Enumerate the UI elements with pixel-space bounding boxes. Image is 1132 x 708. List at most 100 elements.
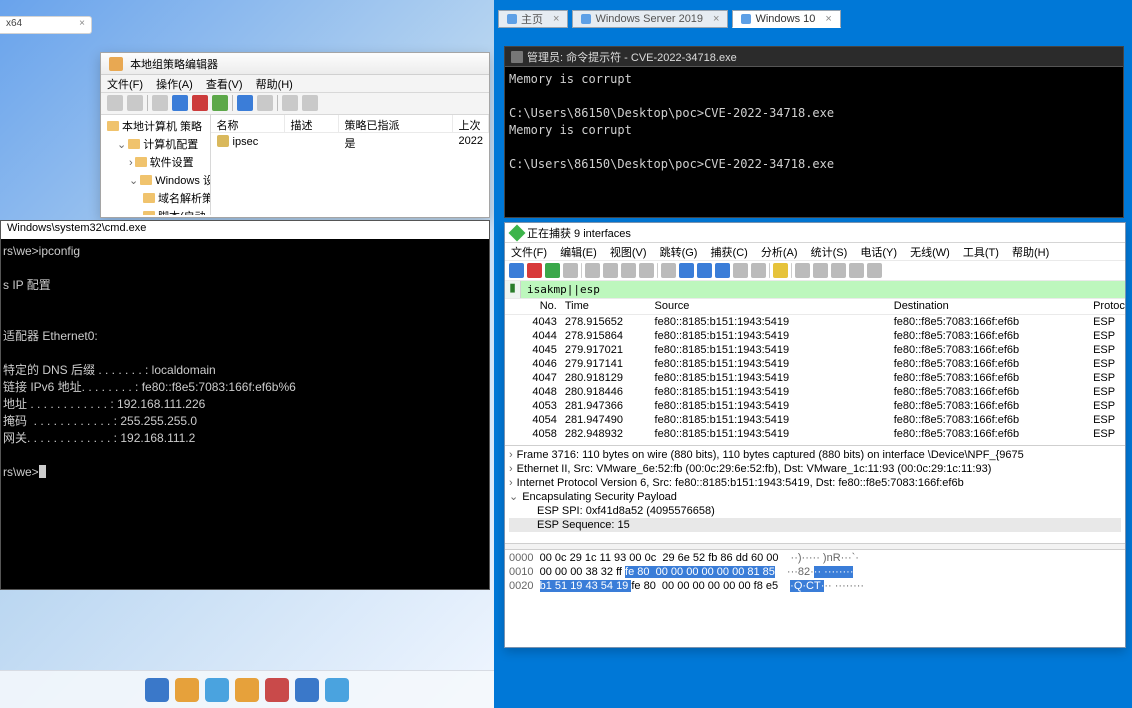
menu-file[interactable]: 文件(F): [511, 247, 547, 259]
tree-node[interactable]: ⌄Windows 设: [101, 171, 210, 189]
packet-row[interactable]: 4058282.948932fe80::8185:b151:1943:5419f…: [505, 427, 1125, 441]
options-icon[interactable]: [563, 263, 578, 278]
col-time[interactable]: Time: [561, 299, 651, 314]
menu-view[interactable]: 视图(V): [610, 247, 647, 259]
menu-view[interactable]: 查看(V): [206, 79, 243, 91]
save-icon[interactable]: [603, 263, 618, 278]
packet-row[interactable]: 4047280.918129fe80::8185:b151:1943:5419f…: [505, 371, 1125, 385]
col-proto[interactable]: Protoc: [1089, 299, 1125, 314]
first-icon[interactable]: [733, 263, 748, 278]
taskbar[interactable]: [0, 670, 494, 708]
packet-row[interactable]: 4048280.918446fe80::8185:b151:1943:5419f…: [505, 385, 1125, 399]
open-icon[interactable]: [585, 263, 600, 278]
hex-row[interactable]: 0020 b1 51 19 43 54 19 fe 80 00 00 00 00…: [509, 579, 1121, 593]
ws-menubar[interactable]: 文件(F) 编辑(E) 视图(V) 跳转(G) 捕获(C) 分析(A) 统计(S…: [505, 243, 1125, 261]
menu-capture[interactable]: 捕获(C): [711, 247, 748, 259]
star2-icon[interactable]: [302, 95, 318, 111]
tree-node[interactable]: ›软件设置: [101, 153, 210, 171]
list-row[interactable]: ipsec 是 2022: [211, 133, 489, 153]
bookmark-icon[interactable]: ▮: [505, 281, 521, 298]
detail-esp[interactable]: ⌄Encapsulating Security Payload: [509, 490, 1121, 504]
left-browser-tab[interactable]: x64 ×: [0, 16, 92, 34]
explorer-icon[interactable]: [175, 678, 199, 702]
col-desc[interactable]: 描述: [285, 115, 339, 132]
menu-action[interactable]: 操作(A): [156, 79, 193, 91]
packet-list[interactable]: No. Time Source Destination Protoc 40432…: [505, 299, 1125, 445]
col-policy[interactable]: 策略已指派: [339, 115, 453, 132]
autoscroll-icon[interactable]: [773, 263, 788, 278]
tab-home[interactable]: 主页×: [498, 10, 568, 28]
back-icon[interactable]: [107, 95, 123, 111]
col-dst[interactable]: Destination: [890, 299, 1089, 314]
tree-node[interactable]: 域名解析策: [101, 189, 210, 207]
zoom-in-icon[interactable]: [813, 263, 828, 278]
close-icon[interactable]: ×: [713, 13, 719, 25]
close-icon[interactable]: ×: [825, 13, 831, 25]
wireshark-window[interactable]: 正在捕获 9 interfaces 文件(F) 编辑(E) 视图(V) 跳转(G…: [504, 222, 1126, 648]
packet-row[interactable]: 4044278.915864fe80::8185:b151:1943:5419f…: [505, 329, 1125, 343]
tab-server2019[interactable]: Windows Server 2019×: [572, 10, 728, 28]
cmd-titlebar[interactable]: Windows\system32\cmd.exe: [1, 221, 489, 239]
refresh-icon[interactable]: [212, 95, 228, 111]
col-date[interactable]: 上次: [453, 115, 489, 132]
next-icon[interactable]: [697, 263, 712, 278]
tree-node[interactable]: ⌄计算机配置: [101, 135, 210, 153]
tree-root[interactable]: 本地计算机 策略: [101, 117, 210, 135]
start-capture-icon[interactable]: [509, 263, 524, 278]
detail-frame[interactable]: ›Frame 3716: 110 bytes on wire (880 bits…: [509, 448, 1121, 462]
policy-tree[interactable]: 本地计算机 策略 ⌄计算机配置 ›软件设置 ⌄Windows 设 域名解析策 脚…: [101, 115, 211, 215]
close-icon[interactable]: ×: [553, 13, 559, 25]
detail-eth[interactable]: ›Ethernet II, Src: VMware_6e:52:fb (00:0…: [509, 462, 1121, 476]
packet-row[interactable]: 4054281.947490fe80::8185:b151:1943:5419f…: [505, 413, 1125, 427]
zoom-out-icon[interactable]: [831, 263, 846, 278]
cmd-window-left[interactable]: Windows\system32\cmd.exe rs\we>ipconfig …: [0, 220, 490, 590]
window-titlebar[interactable]: 本地组策略编辑器: [101, 53, 489, 75]
cmd-window-right[interactable]: 管理员: 命令提示符 - CVE-2022-34718.exe Memory i…: [504, 46, 1124, 218]
close-file-icon[interactable]: [621, 263, 636, 278]
menu-tools[interactable]: 工具(T): [963, 247, 999, 259]
packet-row[interactable]: 4046279.917141fe80::8185:b151:1943:5419f…: [505, 357, 1125, 371]
menu-file[interactable]: 文件(F): [107, 79, 143, 91]
col-src[interactable]: Source: [651, 299, 890, 314]
restart-capture-icon[interactable]: [545, 263, 560, 278]
menu-edit[interactable]: 编辑(E): [560, 247, 597, 259]
menu-analyze[interactable]: 分析(A): [761, 247, 798, 259]
packet-row[interactable]: 4053281.947366fe80::8185:b151:1943:5419f…: [505, 399, 1125, 413]
prev-icon[interactable]: [679, 263, 694, 278]
last-icon[interactable]: [751, 263, 766, 278]
reload-icon[interactable]: [639, 263, 654, 278]
detail-esp-spi[interactable]: ESP SPI: 0xf41d8a52 (4095576658): [509, 504, 1121, 518]
menu-go[interactable]: 跳转(G): [660, 247, 698, 259]
star-icon[interactable]: [282, 95, 298, 111]
filter-input[interactable]: [521, 281, 1125, 298]
folder-icon[interactable]: [152, 95, 168, 111]
detail-esp-seq[interactable]: ESP Sequence: 15: [509, 518, 1121, 532]
property-icon[interactable]: [172, 95, 188, 111]
app-icon[interactable]: [325, 678, 349, 702]
packet-row[interactable]: 4043278.915652fe80::8185:b151:1943:5419f…: [505, 315, 1125, 329]
menu-stats[interactable]: 统计(S): [811, 247, 848, 259]
close-icon[interactable]: ×: [79, 18, 85, 29]
detail-ipv6[interactable]: ›Internet Protocol Version 6, Src: fe80:…: [509, 476, 1121, 490]
app-icon[interactable]: [295, 678, 319, 702]
delete-icon[interactable]: [192, 95, 208, 111]
hex-view[interactable]: 0000 00 0c 29 1c 11 93 00 0c 29 6e 52 fb…: [505, 550, 1125, 614]
tree-node[interactable]: 脚本(启动: [101, 207, 210, 215]
help-icon[interactable]: [257, 95, 273, 111]
zoom-reset-icon[interactable]: [849, 263, 864, 278]
tab-win10[interactable]: Windows 10×: [732, 10, 840, 28]
hex-row[interactable]: 0010 00 00 00 38 32 ff fe 80 00 00 00 00…: [509, 565, 1121, 579]
splitter[interactable]: [505, 543, 1125, 550]
menu-help[interactable]: 帮助(H): [1012, 247, 1049, 259]
edge-icon[interactable]: [205, 678, 229, 702]
colorize-icon[interactable]: [795, 263, 810, 278]
start-icon[interactable]: [145, 678, 169, 702]
hex-row[interactable]: 0000 00 0c 29 1c 11 93 00 0c 29 6e 52 fb…: [509, 551, 1121, 565]
forward-icon[interactable]: [127, 95, 143, 111]
stop-capture-icon[interactable]: [527, 263, 542, 278]
col-name[interactable]: 名称: [211, 115, 285, 132]
cmd-titlebar[interactable]: 管理员: 命令提示符 - CVE-2022-34718.exe: [505, 47, 1123, 67]
list-icon[interactable]: [237, 95, 253, 111]
policy-list[interactable]: 名称 描述 策略已指派 上次 ipsec 是 2022: [211, 115, 489, 215]
packet-row[interactable]: 4045279.917021fe80::8185:b151:1943:5419f…: [505, 343, 1125, 357]
